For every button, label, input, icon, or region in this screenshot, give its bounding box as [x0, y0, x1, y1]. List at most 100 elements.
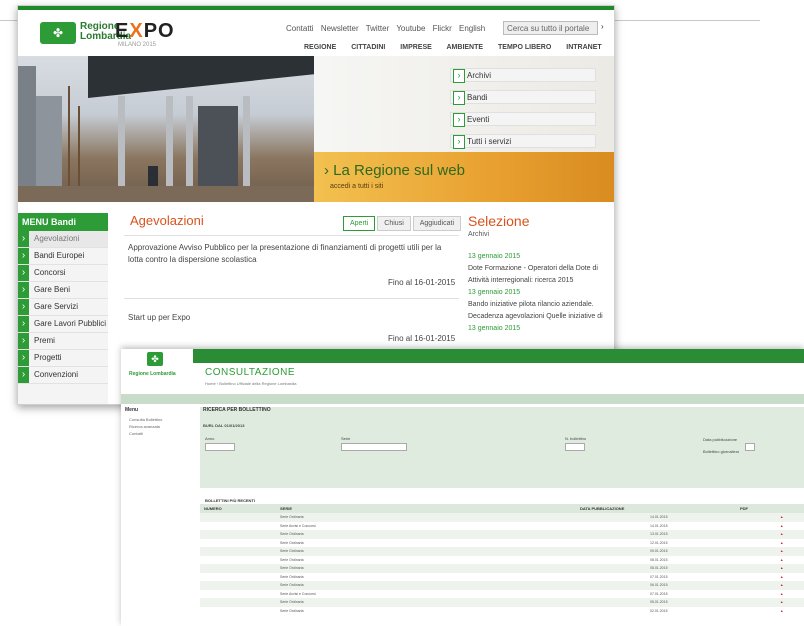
- row-serie[interactable]: Serie Ordinaria: [280, 566, 304, 570]
- menu-item-gare-servizi[interactable]: Gare Servizi: [18, 299, 108, 316]
- row-serie[interactable]: Serie Ordinaria: [280, 532, 304, 536]
- pdf-icon[interactable]: ▲: [780, 600, 783, 604]
- filter-label-serie: Serie: [341, 436, 351, 441]
- regione-logo-icon[interactable]: ✤: [147, 352, 163, 366]
- menu-item-progetti[interactable]: Progetti: [18, 350, 108, 367]
- list-item-title[interactable]: Start up per Expo: [128, 312, 458, 324]
- quick-link-archivi[interactable]: Archivi: [450, 68, 596, 83]
- sidebar-item-ricerca[interactable]: Ricerca avanzata: [121, 423, 197, 430]
- pdf-icon[interactable]: ▲: [780, 583, 783, 587]
- pdf-icon[interactable]: ▲: [780, 575, 783, 579]
- nav-regione[interactable]: REGIONE: [304, 44, 336, 51]
- quick-link-servizi[interactable]: Tutti i servizi: [450, 134, 596, 149]
- menu-item-premi[interactable]: Premi: [18, 333, 108, 350]
- tab-aggiudicati[interactable]: Aggiudicati: [412, 216, 461, 231]
- top-link-newsletter[interactable]: Newsletter: [321, 24, 359, 33]
- pdf-icon[interactable]: ▲: [780, 592, 783, 596]
- selection-link[interactable]: Dote Formazione - Operatori della Dote d…: [468, 264, 598, 273]
- selection-link[interactable]: Decadenza agevolazioni Quelle iniziative…: [468, 312, 603, 321]
- nav-imprese[interactable]: IMPRESE: [400, 44, 432, 51]
- table-row[interactable]: Serie Ordinaria 08.01.2015 ▲: [200, 564, 804, 573]
- top-link-twitter[interactable]: Twitter: [366, 24, 390, 33]
- row-serie[interactable]: Serie Ordinaria: [280, 609, 304, 613]
- tab-aperti[interactable]: Aperti: [343, 216, 376, 231]
- table-row[interactable]: Serie Ordinaria 12.01.2015 ▲: [200, 539, 804, 548]
- results-table: NUMERO SERIE DATA PUBBLICAZIONE PDF Seri…: [200, 504, 804, 615]
- pdf-icon[interactable]: ▲: [780, 532, 783, 536]
- row-serie[interactable]: Serie Ordinaria: [280, 549, 304, 553]
- nav-cittadini[interactable]: CITTADINI: [351, 44, 385, 51]
- date-picker[interactable]: [745, 443, 755, 451]
- pdf-icon[interactable]: ▲: [780, 515, 783, 519]
- table-row[interactable]: Serie Ordinaria 06.01.2015 ▲: [200, 581, 804, 590]
- top-link-youtube[interactable]: Youtube: [396, 24, 425, 33]
- menu-item-bandi-europei[interactable]: Bandi Europei: [18, 248, 108, 265]
- search-arrow-icon[interactable]: ›: [601, 22, 604, 31]
- sidebar-item-consulta[interactable]: Consulta Bollettino: [121, 416, 197, 423]
- table-row[interactable]: Serie Avvisi e Concorsi 14.01.2015 ▲: [200, 522, 804, 531]
- numero-select[interactable]: [565, 443, 585, 451]
- hero-photo: [18, 56, 314, 202]
- nav-tempo-libero[interactable]: TEMPO LIBERO: [498, 44, 551, 51]
- page-title: CONSULTAZIONE: [205, 367, 296, 378]
- selection-title: Selezione: [468, 213, 530, 229]
- row-serie[interactable]: Serie Ordinaria: [280, 575, 304, 579]
- top-links: Contatti Newsletter Twitter Youtube Flic…: [286, 24, 490, 33]
- menu-item-gare-lavori[interactable]: Gare Lavori Pubblici: [18, 316, 108, 333]
- row-serie[interactable]: Serie Ordinaria: [280, 515, 304, 519]
- selection-link[interactable]: Attività interregionali: ricerca 2015: [468, 276, 573, 285]
- table-row[interactable]: Serie Ordinaria 13.01.2015 ▲: [200, 530, 804, 539]
- table-row[interactable]: Serie Ordinaria 08.01.2015 ▲: [200, 556, 804, 565]
- top-link-flickr[interactable]: Flickr: [433, 24, 452, 33]
- top-link-english[interactable]: English: [459, 24, 485, 33]
- table-row[interactable]: Serie Ordinaria 14.01.2015 ▲: [200, 513, 804, 522]
- menu-item-gare-beni[interactable]: Gare Beni: [18, 282, 108, 299]
- row-serie[interactable]: Serie Ordinaria: [280, 583, 304, 587]
- portal-top-bar: [18, 6, 614, 10]
- filter-label-giornaliero: Bollettino giornaliero: [703, 449, 740, 454]
- pdf-icon[interactable]: ▲: [780, 609, 783, 613]
- quick-link-bandi[interactable]: Bandi: [450, 90, 596, 105]
- pdf-icon[interactable]: ▲: [780, 524, 783, 528]
- table-row[interactable]: Serie Ordinaria 05.01.2015 ▲: [200, 598, 804, 607]
- row-serie[interactable]: Serie Avvisi e Concorsi: [280, 592, 316, 596]
- row-date: 14.01.2015: [650, 523, 668, 528]
- table-row[interactable]: Serie Ordinaria 02.01.2015 ▲: [200, 607, 804, 616]
- nav-intranet[interactable]: INTRANET: [566, 44, 601, 51]
- pdf-icon[interactable]: ▲: [780, 549, 783, 553]
- table-row[interactable]: Serie Ordinaria 07.01.2015 ▲: [200, 573, 804, 582]
- anno-select[interactable]: [205, 443, 235, 451]
- nav-ambiente[interactable]: AMBIENTE: [447, 44, 484, 51]
- pdf-icon[interactable]: ▲: [780, 541, 783, 545]
- pdf-icon[interactable]: ▲: [780, 558, 783, 562]
- list-item-title[interactable]: Approvazione Avviso Pubblico per la pres…: [128, 242, 458, 266]
- top-link-contatti[interactable]: Contatti: [286, 24, 314, 33]
- quick-link-eventi[interactable]: Eventi: [450, 112, 596, 127]
- portal-window: ✤ Regione Lombardia EXPO MILANO 2015 Con…: [17, 5, 615, 405]
- row-serie[interactable]: Serie Ordinaria: [280, 541, 304, 545]
- row-date: 14.01.2015: [650, 515, 668, 519]
- row-serie[interactable]: Serie Ordinaria: [280, 558, 304, 562]
- expo-logo[interactable]: EXPO: [115, 20, 175, 43]
- serie-select[interactable]: [341, 443, 407, 451]
- search-input[interactable]: Cerca su tutto il portale: [503, 21, 598, 35]
- regione-web-banner[interactable]: › La Regione sul web accedi a tutti i si…: [314, 152, 614, 202]
- quick-links-panel: Archivi Bandi Eventi Tutti i servizi: [314, 56, 614, 152]
- menu-item-concorsi[interactable]: Concorsi: [18, 265, 108, 282]
- menu-item-agevolazioni[interactable]: Agevolazioni: [18, 231, 108, 248]
- pdf-icon[interactable]: ▲: [780, 566, 783, 570]
- row-date: 09.01.2015: [650, 549, 668, 553]
- tab-chiusi[interactable]: Chiusi: [377, 216, 411, 231]
- consultazione-window: ✤ Regione Lombardia CONSULTAZIONE Home ›…: [121, 349, 804, 626]
- regione-logo-icon[interactable]: ✤: [40, 22, 76, 44]
- table-row[interactable]: Serie Avvisi e Concorsi 07.01.2015 ▲: [200, 590, 804, 599]
- selection-link[interactable]: Bando iniziative pilota rilancio azienda…: [468, 300, 594, 309]
- row-serie[interactable]: Serie Ordinaria: [280, 600, 304, 604]
- row-serie[interactable]: Serie Avvisi e Concorsi: [280, 524, 316, 528]
- filter-panel: [200, 407, 804, 488]
- breadcrumb[interactable]: Home › Bollettino Ufficiale della Region…: [205, 381, 297, 386]
- menu-item-convenzioni[interactable]: Convenzioni: [18, 367, 108, 384]
- table-row[interactable]: Serie Ordinaria 09.01.2015 ▲: [200, 547, 804, 556]
- expo-logo-sub: MILANO 2015: [118, 42, 157, 48]
- sidebar-item-contatti[interactable]: Contatti: [121, 430, 197, 437]
